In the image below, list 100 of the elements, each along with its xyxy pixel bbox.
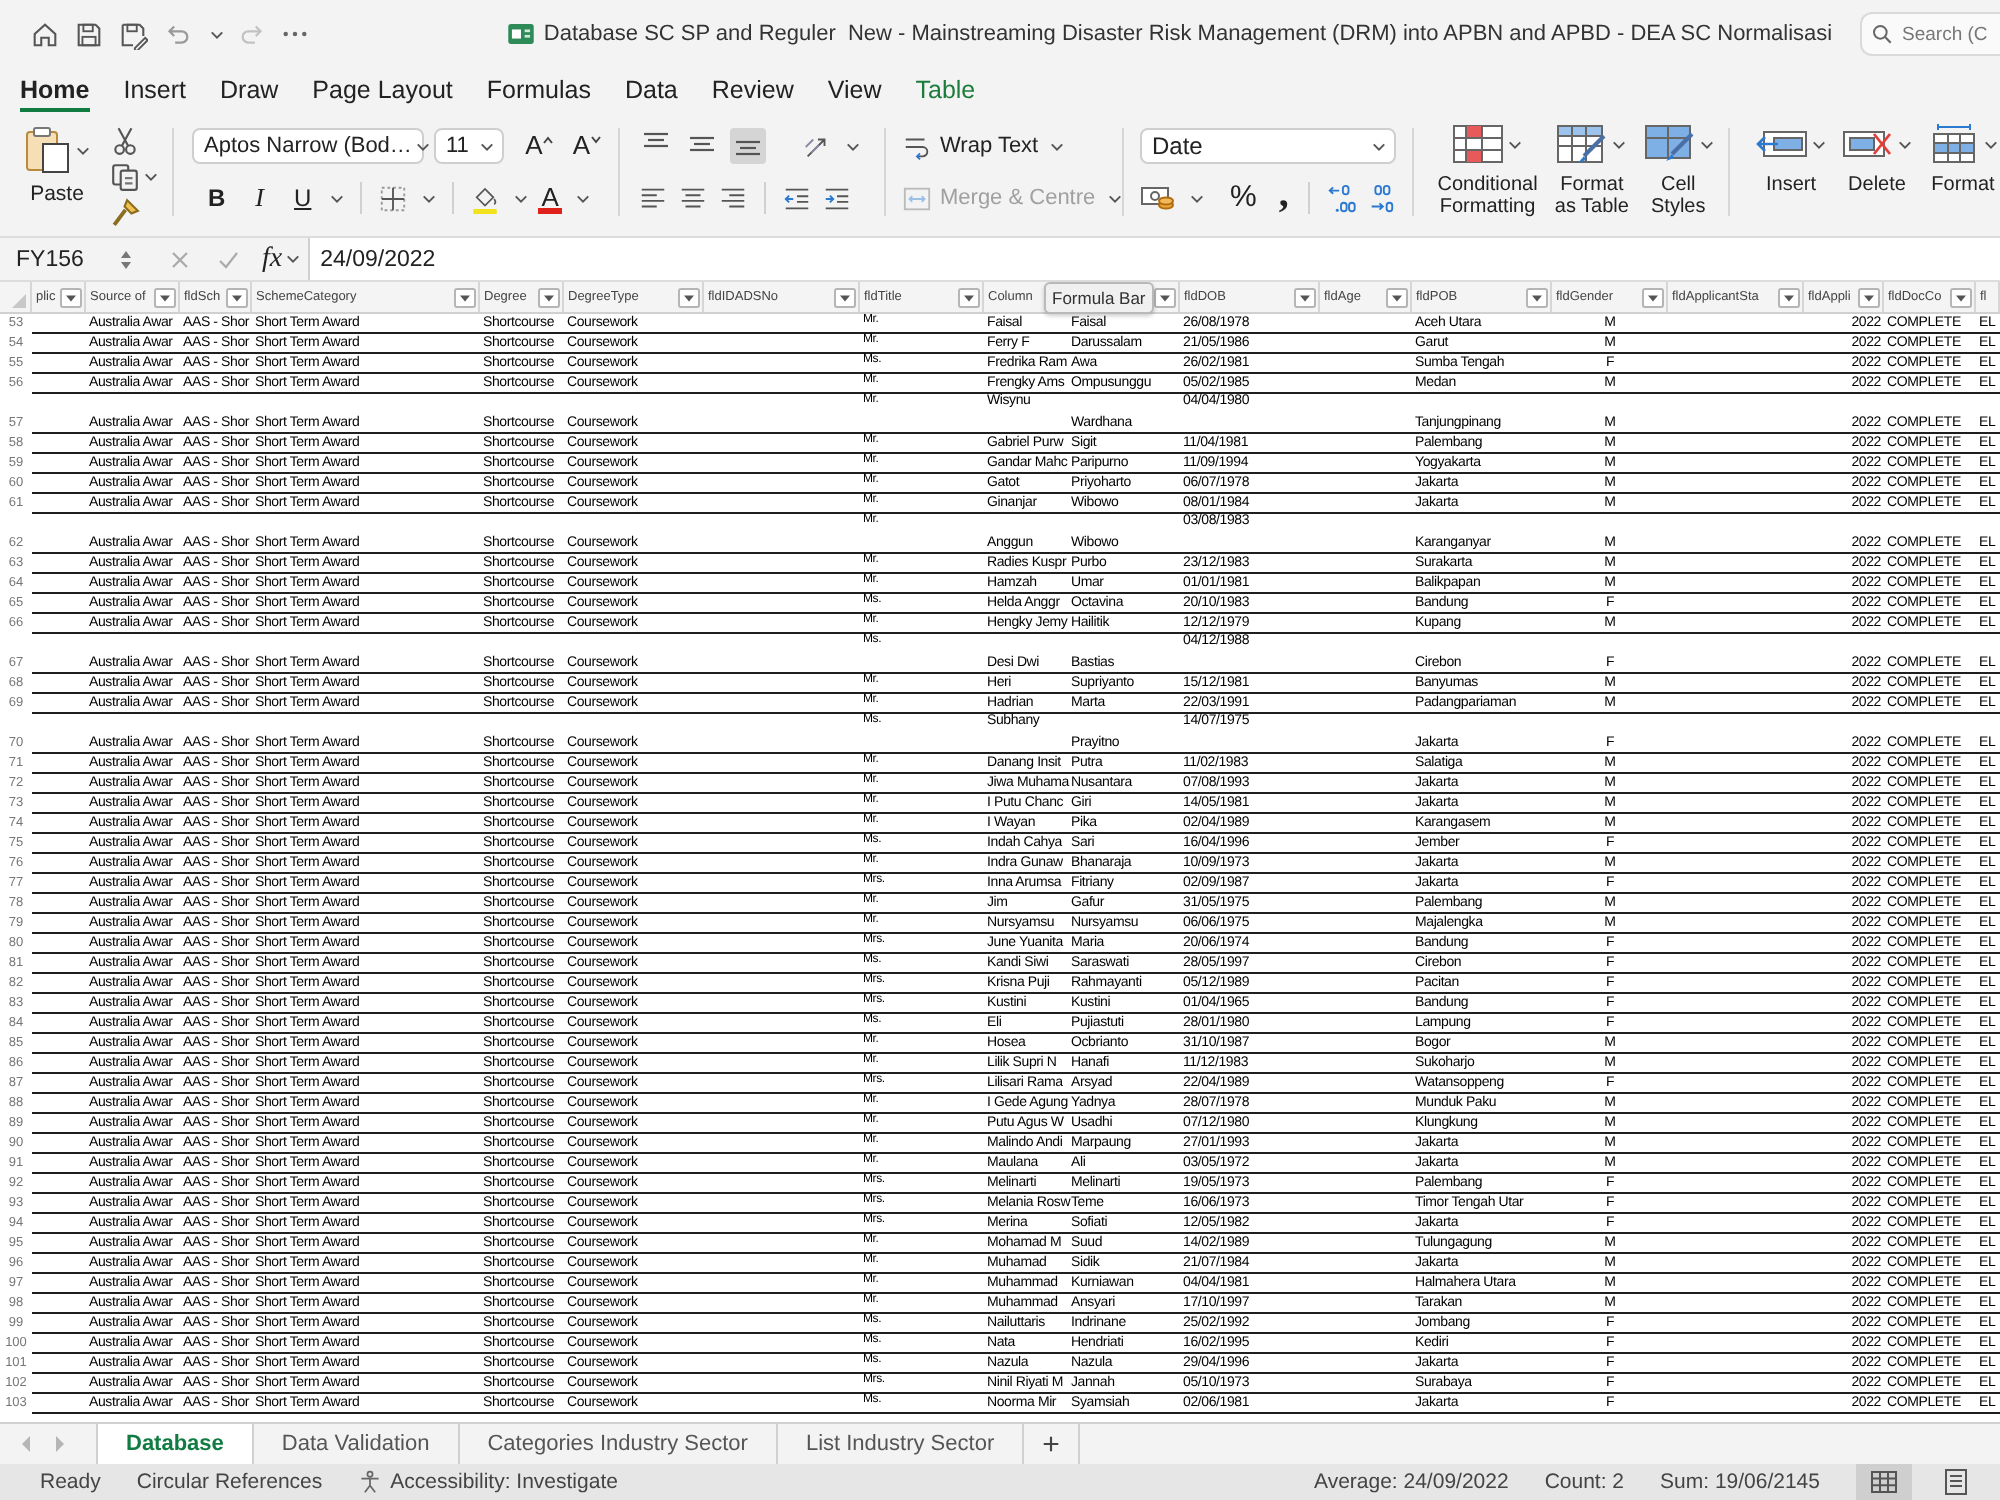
decrease-decimal-icon[interactable] — [1366, 183, 1397, 213]
filter-dropdown-icon[interactable] — [454, 287, 476, 307]
align-center-icon[interactable] — [678, 183, 708, 213]
accessibility-status[interactable]: Accessibility: Investigate — [390, 1470, 618, 1494]
window-title: Database SC SP and Reguler New - Mainstreaming Disaster Risk Management (DRM) into APBN and APBD - DEA SC Normalisasi — [543, 22, 1833, 46]
search-icon — [1872, 24, 1892, 44]
chevron-icon[interactable] — [210, 29, 224, 39]
accessibility-icon[interactable] — [358, 1470, 383, 1494]
filter-dropdown-icon[interactable] — [226, 287, 248, 307]
copy-icon[interactable] — [110, 162, 140, 192]
chevron-icon[interactable] — [1812, 139, 1826, 149]
paintbrush-icon[interactable] — [110, 198, 140, 228]
insert-button[interactable]: Insert — [1754, 124, 1828, 196]
chevron-icon[interactable] — [513, 193, 528, 203]
grid-view-icon[interactable] — [1856, 1464, 1912, 1500]
chevron-icon[interactable] — [576, 193, 591, 203]
grow-font-button[interactable]: A — [521, 128, 559, 164]
chevron-icon[interactable] — [144, 172, 158, 182]
ribbon-tab[interactable]: Review — [711, 76, 794, 112]
align-bottom-icon[interactable] — [730, 128, 766, 164]
chevron-icon[interactable] — [1898, 139, 1912, 149]
ribbon-tab[interactable]: Formulas — [486, 76, 591, 112]
chevron-icon[interactable] — [1508, 139, 1523, 149]
highlighted-grid-icon — [1452, 124, 1505, 164]
ribbon-tab[interactable]: Draw — [220, 76, 279, 112]
scissors-icon[interactable] — [110, 126, 140, 156]
filter-dropdown-icon[interactable] — [834, 287, 856, 307]
filter-dropdown-icon[interactable] — [1154, 287, 1176, 307]
italic-button[interactable]: I — [251, 180, 269, 216]
circular-references-status[interactable]: Circular References — [136, 1470, 323, 1494]
chevron-icon[interactable] — [415, 141, 430, 151]
chevron-icon[interactable] — [76, 145, 90, 155]
ribbon-tab[interactable]: View — [827, 76, 882, 112]
wrap-text-button[interactable]: Wrap Text — [902, 131, 1065, 161]
paste-button[interactable]: Paste — [20, 124, 94, 206]
sheet-tab[interactable]: Database — [96, 1424, 254, 1464]
save-pencil-icon[interactable] — [118, 19, 148, 49]
clipboard-icon — [24, 124, 72, 176]
chevron-icon[interactable] — [1612, 139, 1627, 149]
increase-indent-icon[interactable] — [822, 183, 852, 213]
filter-dropdown-icon[interactable] — [1858, 287, 1880, 307]
ribbon-tab[interactable]: Page Layout — [312, 76, 453, 112]
underline-button[interactable]: U — [290, 180, 316, 216]
ribbon-tab[interactable]: Data — [624, 76, 678, 112]
font-size-dropdown[interactable]: 11 — [434, 128, 504, 164]
filter-dropdown-icon[interactable] — [958, 287, 980, 307]
align-right-icon[interactable] — [718, 183, 748, 213]
borders-icon[interactable] — [377, 183, 408, 213]
chevron-icon[interactable] — [421, 193, 436, 203]
increase-decimal-icon[interactable] — [1326, 183, 1357, 213]
chevron-icon[interactable] — [1984, 139, 1998, 149]
tooltip: Formula Bar — [1044, 282, 1154, 314]
format-button[interactable]: Format — [1926, 124, 2000, 196]
shrink-font-button[interactable]: A — [568, 128, 606, 164]
banknote-coins-icon[interactable] — [1140, 184, 1176, 212]
check-icon[interactable] — [218, 249, 238, 269]
decrease-indent-icon[interactable] — [782, 183, 812, 213]
ribbon-tab[interactable]: Insert — [123, 76, 186, 112]
format-as-table-button[interactable]: Format as Table — [1549, 124, 1635, 218]
chevron-icon[interactable] — [1190, 193, 1204, 203]
home-icon[interactable] — [30, 19, 60, 49]
save-icon[interactable] — [74, 19, 104, 49]
align-left-icon[interactable] — [638, 183, 668, 213]
formula-field[interactable]: 24/09/2022 — [308, 238, 2000, 280]
delete-button[interactable]: Delete — [1840, 124, 1914, 196]
fill-bucket-icon[interactable] — [469, 183, 500, 213]
filter-dropdown-icon[interactable] — [1642, 287, 1664, 307]
chevron-icon[interactable] — [1372, 141, 1386, 151]
chevron-icon[interactable] — [286, 254, 301, 264]
bold-button[interactable]: B — [204, 180, 230, 216]
stepper-icon[interactable] — [120, 247, 132, 271]
conditional-formatting-button[interactable]: Conditional Formatting — [1432, 124, 1544, 218]
chevron-icon[interactable] — [1050, 141, 1065, 151]
caret-down-icon — [590, 136, 602, 144]
chevron-icon[interactable] — [1699, 139, 1714, 149]
insert-function-button[interactable]: fx — [262, 243, 301, 275]
ribbon-tab[interactable]: Table — [915, 76, 976, 112]
chevron-icon[interactable] — [846, 141, 860, 151]
filter-dropdown-icon[interactable] — [60, 287, 82, 307]
number-format-dropdown[interactable]: Date — [1140, 128, 1396, 164]
chevron-icon[interactable] — [329, 193, 344, 203]
filter-dropdown-icon[interactable] — [538, 287, 560, 307]
cell-styles-button[interactable]: Cell Styles — [1640, 124, 1716, 218]
filter-dropdown-icon[interactable] — [1294, 287, 1316, 307]
more-icon[interactable] — [282, 30, 308, 38]
search-field[interactable]: Search (C — [1860, 12, 2000, 56]
font-name-dropdown[interactable]: Aptos Narrow (Bod… — [192, 128, 424, 164]
ribbon-tab[interactable]: Home — [20, 76, 90, 112]
filter-dropdown-icon[interactable] — [1950, 287, 1972, 307]
filter-dropdown-icon[interactable] — [154, 287, 176, 307]
filter-dropdown-icon[interactable] — [678, 287, 700, 307]
filter-dropdown-icon[interactable] — [1778, 287, 1800, 307]
font-color-button[interactable]: A — [537, 183, 563, 213]
chevron-icon[interactable] — [479, 141, 494, 151]
brush-cell-icon — [1643, 124, 1696, 164]
name-box[interactable]: FY156 — [0, 247, 120, 271]
filter-dropdown-icon[interactable] — [1526, 287, 1548, 307]
filter-dropdown-icon[interactable] — [1386, 287, 1408, 307]
comma-style-button[interactable]: , — [1274, 182, 1293, 214]
percent-button[interactable]: % — [1226, 180, 1261, 216]
